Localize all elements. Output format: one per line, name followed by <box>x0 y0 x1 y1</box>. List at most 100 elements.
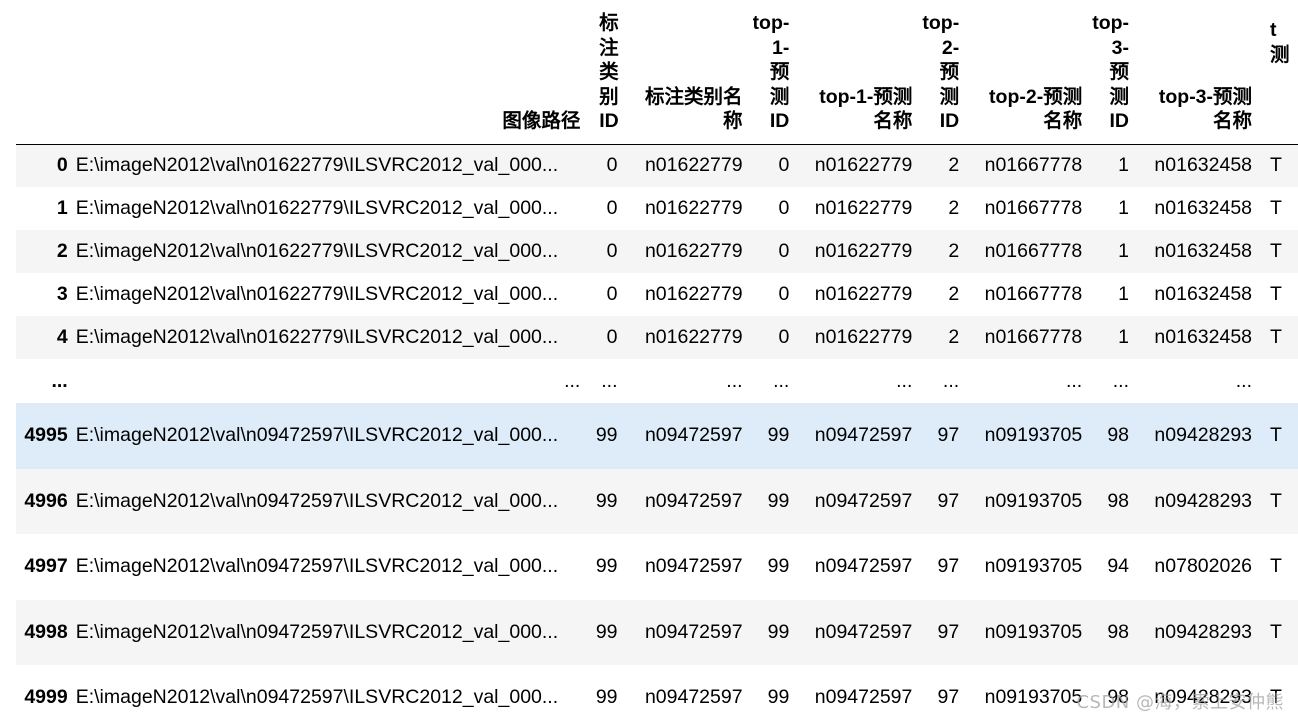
row-index: 4 <box>56 326 68 348</box>
cell-top2-name: n01667778 <box>984 283 1083 305</box>
cell-top1-id: 99 <box>767 686 790 709</box>
table-row: 0 E:\imageN2012\val\n01622779\ILSVRC2012_… <box>16 144 1298 187</box>
row-index: 4995 <box>24 424 68 447</box>
cell-top3-id: 1 <box>1118 197 1130 219</box>
cell-truncated: T <box>1270 620 1282 643</box>
table-row: 4 E:\imageN2012\val\n01622779\ILSVRC2012_… <box>16 316 1298 359</box>
cell-top3-id: 1 <box>1118 154 1130 177</box>
cell-top2-name: n09193705 <box>984 424 1083 447</box>
cell-label-name: n01622779 <box>644 154 743 177</box>
cell-label-name: n09472597 <box>644 489 743 512</box>
dataframe-table: 图像路径 标注类别 ID 标注类别名称 top- 1-预测 ID top-1-预测 名称… <box>16 0 1298 724</box>
cell-top2-id: 97 <box>937 555 960 578</box>
cell-label-name: n01622779 <box>644 283 743 305</box>
cell-top1-id: 0 <box>778 240 790 262</box>
cell-top2-id: 97 <box>937 620 960 643</box>
cell-top2-name: n01667778 <box>984 154 1083 177</box>
cell-top1-id: 0 <box>778 154 790 177</box>
cell-top2-name: n09193705 <box>984 555 1083 578</box>
dataframe-output: 图像路径 标注类别 ID 标注类别名称 top- 1-预测 ID top-1-预测 名称… <box>16 0 1298 724</box>
row-index: ... <box>51 369 68 392</box>
row-index: 2 <box>56 240 68 262</box>
cell-label-id: 99 <box>595 424 618 447</box>
cell-truncated: T <box>1270 283 1282 305</box>
cell-top3-id: 94 <box>1107 555 1130 578</box>
cell-top3-name: n09428293 <box>1154 424 1253 447</box>
cell-top3-name: n09428293 <box>1154 489 1253 512</box>
cell-label-id: 0 <box>606 197 618 219</box>
cell-top1-id: 0 <box>778 326 790 348</box>
cell-top1-name: n09472597 <box>814 620 913 643</box>
table-row: 2 E:\imageN2012\val\n01622779\ILSVRC2012_… <box>16 230 1298 273</box>
cell-image-path: E:\imageN2012\val\n09472597\ILSVRC2012_v… <box>75 620 559 643</box>
cell-label-id: 0 <box>606 326 618 348</box>
cell-truncated: T <box>1270 154 1282 177</box>
cell-truncated <box>1262 359 1298 403</box>
cell-truncated: T <box>1270 240 1282 262</box>
cell-top2-id: 2 <box>948 326 960 348</box>
cell-label-name: ... <box>726 369 743 392</box>
table-row: 4997 E:\imageN2012\val\n09472597\ILSVRC20… <box>16 534 1298 600</box>
cell-top1-id: 99 <box>767 555 790 578</box>
cell-image-path: E:\imageN2012\val\n01622779\ILSVRC2012_v… <box>75 283 559 305</box>
header-label-name: 标注类别名称 <box>645 85 743 133</box>
cell-label-name: n09472597 <box>644 620 743 643</box>
header-label-id: 标注类别 ID <box>599 12 619 132</box>
cell-top2-name: n01667778 <box>984 240 1083 262</box>
cell-top1-name: n01622779 <box>814 154 913 177</box>
cell-label-id: 0 <box>606 154 618 177</box>
cell-label-id: 0 <box>606 283 618 305</box>
header-top1-name: top-1-预测 名称 <box>819 85 913 133</box>
cell-top2-id: 2 <box>948 154 960 177</box>
ellipsis-row: .............................. <box>16 359 1298 403</box>
cell-truncated: T <box>1270 424 1282 447</box>
cell-top3-name: n01632458 <box>1154 154 1253 177</box>
cell-top2-id: 97 <box>937 489 960 512</box>
cell-top3-name: n01632458 <box>1154 240 1253 262</box>
cell-top1-id: 99 <box>767 424 790 447</box>
header-top3-name: top-3-预测 名称 <box>1158 85 1253 133</box>
cell-image-path: E:\imageN2012\val\n01622779\ILSVRC2012_v… <box>75 326 559 348</box>
cell-top3-name: ... <box>1235 369 1253 392</box>
cell-label-id: 99 <box>595 489 618 512</box>
cell-top2-id: 2 <box>948 197 960 219</box>
header-row: 图像路径 标注类别 ID 标注类别名称 top- 1-预测 ID top-1-预测 名称… <box>16 0 1298 144</box>
cell-top3-id: 98 <box>1107 489 1130 512</box>
cell-top2-name: n01667778 <box>984 326 1083 348</box>
cell-image-path: ... <box>564 369 581 392</box>
table-row: 4996 E:\imageN2012\val\n09472597\ILSVRC20… <box>16 468 1298 534</box>
watermark: CSDN @海，索上安仲熊 <box>1076 692 1284 713</box>
cell-top3-name: n01632458 <box>1154 283 1253 305</box>
cell-top1-name: n01622779 <box>814 240 913 262</box>
cell-top3-id: ... <box>1112 369 1130 392</box>
cell-top3-id: 98 <box>1107 620 1130 643</box>
row-index: 4998 <box>24 620 68 643</box>
cell-image-path: E:\imageN2012\val\n09472597\ILSVRC2012_v… <box>75 424 559 447</box>
row-index: 0 <box>56 154 68 177</box>
cell-top1-id: 99 <box>767 620 790 643</box>
cell-top1-name: n09472597 <box>814 686 913 709</box>
table-row: 1 E:\imageN2012\val\n01622779\ILSVRC2012_… <box>16 187 1298 230</box>
cell-top3-id: 1 <box>1118 326 1130 348</box>
table-row: 4995 E:\imageN2012\val\n09472597\ILSVRC20… <box>16 403 1298 469</box>
cell-image-path: E:\imageN2012\val\n09472597\ILSVRC2012_v… <box>75 686 559 709</box>
header-image-path: 图像路径 <box>502 110 581 132</box>
header-top1-id: top- 1-预测 ID <box>752 12 790 132</box>
cell-top3-id: 1 <box>1118 283 1130 305</box>
cell-top3-id: 98 <box>1107 424 1130 447</box>
cell-label-id: 99 <box>595 686 618 709</box>
row-index: 4996 <box>24 489 68 512</box>
cell-truncated: T <box>1270 489 1282 512</box>
cell-label-name: n09472597 <box>644 686 743 709</box>
cell-top3-name: n07802026 <box>1154 555 1253 578</box>
cell-label-id: 0 <box>606 240 618 262</box>
cell-image-path: E:\imageN2012\val\n01622779\ILSVRC2012_v… <box>75 240 559 262</box>
header-index <box>16 0 76 144</box>
cell-top1-name: ... <box>896 369 913 392</box>
header-top2-id: top- 2-预测 ID <box>922 12 960 132</box>
cell-top2-name: n09193705 <box>984 620 1083 643</box>
cell-top1-name: n09472597 <box>814 424 913 447</box>
cell-top3-id: 1 <box>1118 240 1130 262</box>
cell-image-path: E:\imageN2012\val\n01622779\ILSVRC2012_v… <box>75 154 559 177</box>
cell-top2-id: 2 <box>948 240 960 262</box>
